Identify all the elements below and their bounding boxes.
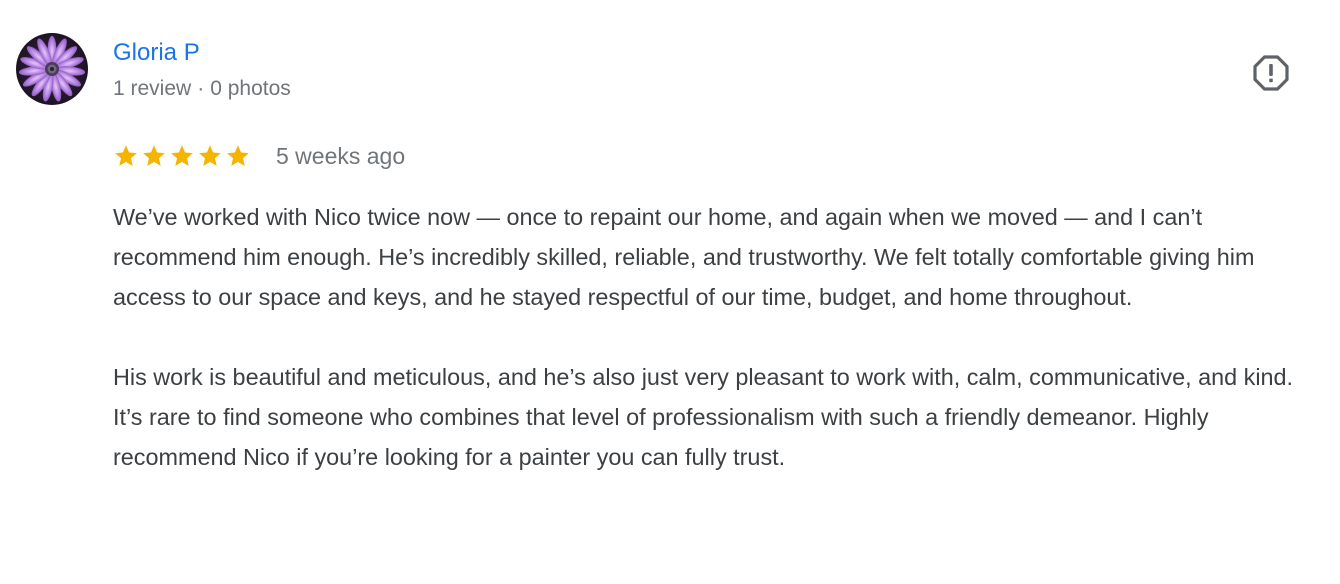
meta-separator: · [197, 77, 205, 100]
reviewer-name-link[interactable]: Gloria P [113, 38, 200, 68]
review-paragraph: His work is beautiful and meticulous, an… [113, 364, 1294, 470]
report-icon[interactable] [1251, 53, 1291, 93]
review-body: We’ve worked with Nico twice now — once … [113, 197, 1318, 477]
star-filled-icon [227, 145, 249, 166]
review-count: 1 review [113, 77, 192, 100]
star-rating [113, 143, 251, 169]
reviewer-avatar[interactable] [16, 33, 88, 105]
review-card: Gloria P 1 review · 0 photos 5 weeks ago W… [0, 0, 1340, 584]
star-filled-icon [115, 145, 137, 166]
rating-row: 5 weeks ago [113, 139, 405, 173]
photo-count: 0 photos [210, 77, 291, 100]
star-filled-icon [171, 145, 193, 166]
star-filled-icon [143, 145, 165, 166]
review-paragraph: We’ve worked with Nico twice now — once … [113, 204, 1255, 310]
flower-avatar-image [18, 35, 86, 102]
star-filled-icon [199, 145, 221, 166]
review-time: 5 weeks ago [276, 143, 406, 169]
reviewer-meta: 1 review · 0 photos [113, 76, 291, 102]
